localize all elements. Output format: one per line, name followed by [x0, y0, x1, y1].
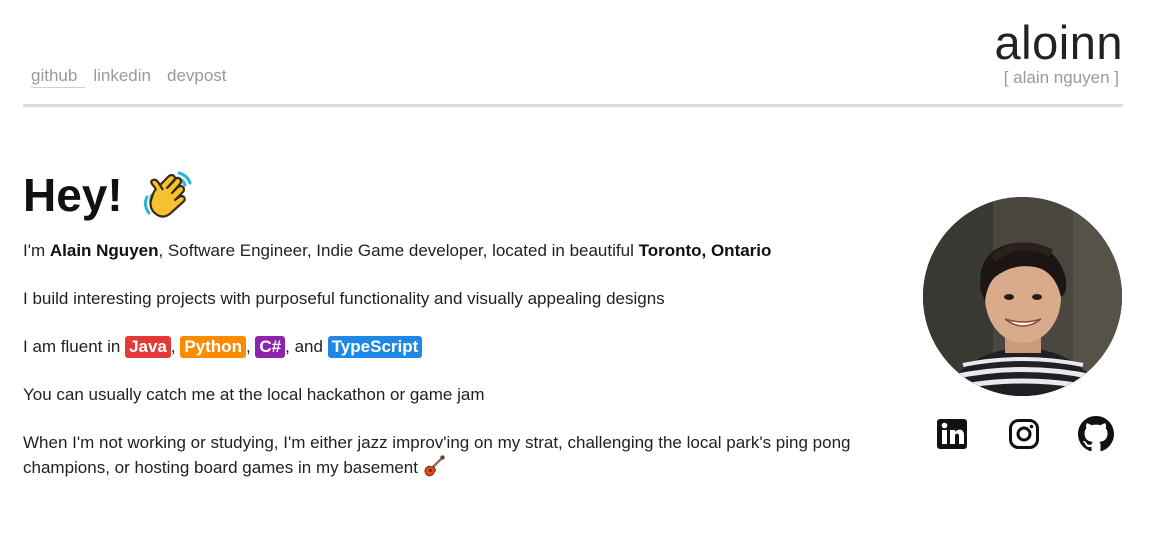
waving-hand-icon	[143, 171, 192, 218]
github-icon[interactable]	[1078, 416, 1114, 452]
main-content: Hey! I'm Alain Nguyen, Software Engineer…	[23, 165, 923, 504]
language-tag-typescript: TypeScript	[327, 336, 423, 358]
instagram-icon[interactable]	[1006, 416, 1042, 452]
projects-paragraph: I build interesting projects with purpos…	[23, 289, 665, 308]
heading-text: Hey!	[23, 169, 123, 221]
languages-separator: ,	[170, 337, 181, 356]
linkedin-icon[interactable]	[934, 416, 970, 452]
languages-pre-text: I am fluent in	[23, 337, 126, 356]
intro-paragraph: I'm Alain Nguyen, Software Engineer, Ind…	[23, 239, 923, 263]
intro-mid-text: , Software Engineer, Indie Game develope…	[158, 241, 639, 260]
language-tag-csharp: C#	[255, 336, 286, 358]
nav-link-linkedin[interactable]: linkedin	[93, 66, 159, 88]
nav-link-github[interactable]: github	[31, 66, 86, 88]
profile-photo	[923, 197, 1122, 396]
brand: aloinn [ alain nguyen ]	[995, 18, 1123, 88]
languages-paragraph: I am fluent in Java, Python, C#, and Typ…	[23, 335, 923, 359]
location: Toronto, Ontario	[638, 241, 772, 260]
social-links	[934, 416, 1114, 452]
nav-link-devpost[interactable]: devpost	[167, 66, 235, 88]
brand-name: aloinn	[994, 16, 1123, 69]
hobbies-paragraph: When I'm not working or studying, I'm ei…	[23, 431, 923, 480]
guitar-icon	[424, 455, 445, 477]
intro-heading: Hey!	[23, 165, 923, 225]
language-tag-python: Python	[180, 336, 246, 358]
page: github linkedin devpost aloinn [ alain n…	[0, 0, 1155, 539]
site-header: github linkedin devpost aloinn [ alain n…	[23, 0, 1123, 107]
hackathon-paragraph: You can usually catch me at the local ha…	[23, 385, 485, 404]
intro-pre-text: I'm	[23, 241, 50, 260]
brand-subtitle: [ alain nguyen ]	[1003, 68, 1119, 87]
languages-separator: , and	[285, 337, 328, 356]
full-name: Alain Nguyen	[49, 241, 159, 260]
languages-separator: ,	[245, 337, 256, 356]
language-tag-java: Java	[125, 336, 171, 358]
top-nav: github linkedin devpost	[23, 66, 235, 88]
